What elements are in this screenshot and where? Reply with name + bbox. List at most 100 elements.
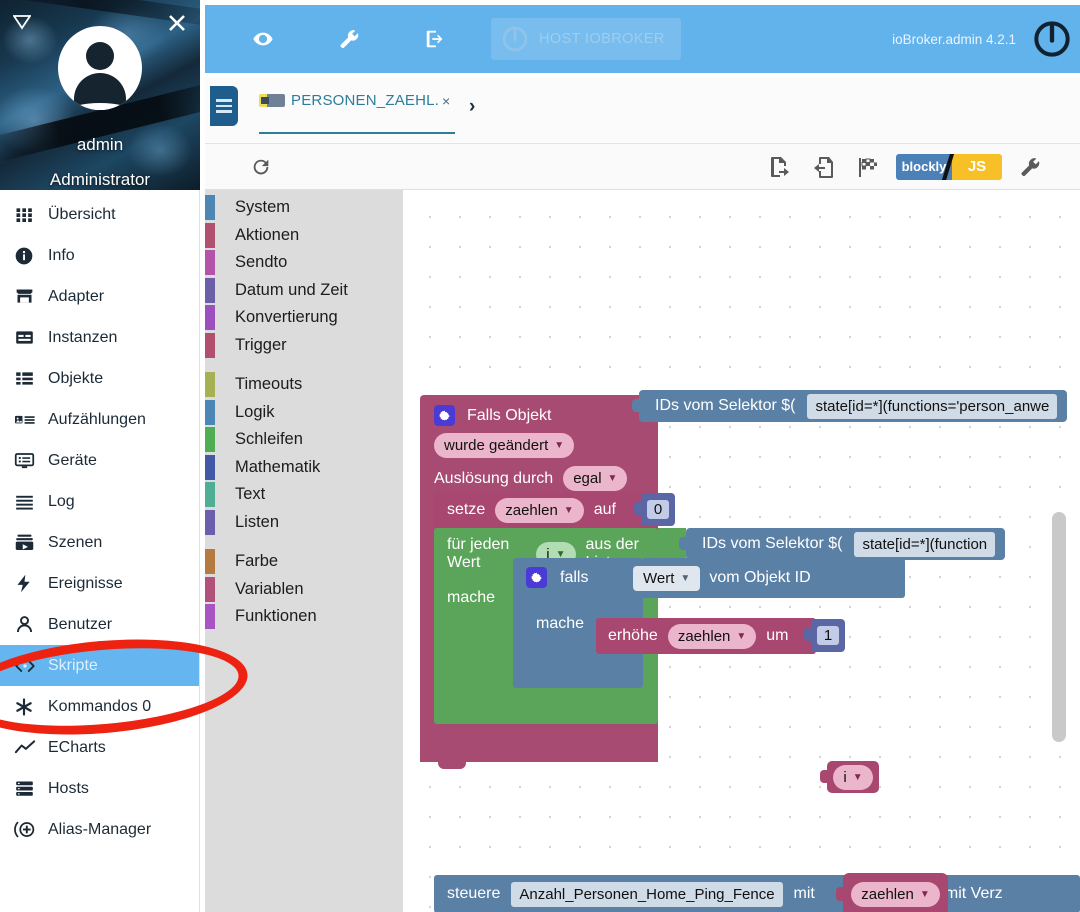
close-icon[interactable] [162,8,192,38]
toolbox-category-konvertierung[interactable]: Konvertierung [205,304,403,332]
enum-icon [14,410,48,430]
dropdown-trigger-source-label: egal [573,470,602,487]
block-trigger-notch [438,760,466,769]
wrench-icon[interactable] [325,15,373,63]
hamburger-menu-icon[interactable] [210,86,238,126]
sidebar-item-benutzer[interactable]: Benutzer [0,604,199,645]
eye-icon[interactable] [239,15,287,63]
sidebar-item-info[interactable]: Info [0,235,199,276]
dropdown-set-variable[interactable]: zaehlen ▼ [495,497,584,523]
dropdown-set-variable-label: zaehlen [505,501,558,519]
sidebar-item-adapter[interactable]: Adapter [0,276,199,317]
logout-icon[interactable] [411,15,459,63]
gear-icon[interactable] [526,567,547,588]
tab-close-icon[interactable]: × [442,93,450,109]
export-blocks-icon[interactable] [758,147,802,187]
reload-icon[interactable] [239,147,283,187]
field-control-target[interactable]: Anzahl_Personen_Home_Ping_Fence [511,881,783,907]
sidebar-item-kommandos-0[interactable]: Kommandos 0 [0,686,199,727]
sidebar-item-aufz-hlungen[interactable]: Aufzählungen [0,399,199,440]
field-selector-value-1[interactable]: state[id=*](functions='person_anwe [807,393,1058,419]
category-color-swatch [205,332,215,358]
category-label: Trigger [235,335,287,354]
sidebar-item-hosts[interactable]: Hosts [0,768,199,809]
block-variable-i[interactable]: i ▼ [820,761,879,793]
server-icon [14,778,48,799]
block-control-state[interactable]: steuere Anzahl_Personen_Home_Ping_Fence … [434,875,1080,912]
vertical-scrollbar[interactable] [1052,512,1066,742]
toggle-js-label: JS [952,153,1002,180]
toolbox-category-trigger[interactable]: Trigger [205,332,403,360]
sidebar-item-objekte[interactable]: Objekte [0,358,199,399]
dropdown-trigger-source[interactable]: egal ▼ [563,466,628,491]
dropdown-variable-i[interactable]: i ▼ [833,764,873,790]
person-icon [14,614,48,635]
import-blocks-icon[interactable] [802,147,846,187]
triangle-collapse-icon[interactable] [8,8,36,36]
category-label: Datum und Zeit [235,280,348,299]
chevron-down-icon: ▼ [607,473,618,484]
asterisk-icon [14,697,48,717]
toolbox-category-datum-und-zeit[interactable]: Datum und Zeit [205,277,403,305]
block-plug [836,887,845,901]
block-value-of-object-id[interactable]: Wert ▼ vom Objekt ID [625,563,819,593]
toolbox-category-text[interactable]: Text [205,481,403,509]
sidebar-item-echarts[interactable]: ECharts [0,727,199,768]
dropdown-trigger-mode[interactable]: wurde geändert ▼ [434,433,575,458]
field-number-zero[interactable]: 0 [646,500,670,519]
block-selector-ids-1[interactable]: IDs vom Selektor $( state[id=*](function… [632,390,1068,422]
toolbox-category-aktionen[interactable]: Aktionen [205,222,403,250]
sidebar-item-ereignisse[interactable]: Ereignisse [0,563,199,604]
drawer-header: admin Administrator [0,0,200,190]
bolt-icon [14,573,48,594]
blockly-js-toggle[interactable]: blockly JS [896,153,1002,180]
toolbox-category-farbe[interactable]: Farbe [205,548,403,576]
toolbox-category-variablen[interactable]: Variablen [205,576,403,604]
iobroker-logo-icon[interactable] [1030,17,1074,61]
field-number-one[interactable]: 1 [816,626,840,645]
toolbox-category-funktionen[interactable]: Funktionen [205,603,403,631]
toolbox-category-mathematik[interactable]: Mathematik [205,454,403,482]
block-control-value[interactable]: zaehlen ▼ [836,873,948,912]
alias-plus-icon [14,819,48,840]
sidebar-item-log[interactable]: Log [0,481,199,522]
sidebar-item-label: Benutzer [48,615,113,633]
block-set-variable[interactable]: setze zaehlen ▼ auf [434,492,658,528]
sidebar-item--bersicht[interactable]: Übersicht [0,194,199,235]
block-number-zero[interactable]: 0 [634,493,675,526]
dropdown-value-type[interactable]: Wert ▼ [633,565,701,591]
toolbox-category-system[interactable]: System [205,194,403,222]
iobroker-logo-icon [502,26,528,52]
block-control-with-label: mit [793,885,815,902]
wrench-icon[interactable] [1008,147,1052,187]
toolbox-category-timeouts[interactable]: Timeouts [205,371,403,399]
navigation-drawer: admin Administrator Übersicht Info Adapter… [0,0,252,912]
blockly-workspace[interactable]: Falls Objekt wurde geändert ▼ Auslösung … [403,190,1080,912]
block-number-one[interactable]: 1 [804,619,845,652]
tabs-next-chevron-icon[interactable]: › [469,96,475,118]
user-name: admin [76,135,124,154]
toolbox-category-schleifen[interactable]: Schleifen [205,426,403,454]
block-trigger-title: Falls Objekt [467,406,552,424]
tab-personen-zaehl[interactable]: PERSONEN_ZAEHL. × [259,88,455,134]
gear-icon[interactable] [434,405,455,426]
toolbox-category-listen[interactable]: Listen [205,509,403,537]
block-increment-variable[interactable]: erhöhe zaehlen ▼ um [596,618,816,654]
sidebar-item-skripte[interactable]: Skripte [0,645,199,686]
checkered-flag-icon[interactable] [846,147,890,187]
sidebar-item-alias-manager[interactable]: Alias-Manager [0,809,199,850]
sidebar-item-ger-te[interactable]: Geräte [0,440,199,481]
toolbox-category-sendto[interactable]: Sendto [205,249,403,277]
category-label: Text [235,485,266,504]
dropdown-control-value[interactable]: zaehlen ▼ [851,881,940,907]
sidebar-item-szenen[interactable]: Szenen [0,522,199,563]
block-selector-ids-2[interactable]: IDs vom Selektor $( state[id=*](function [679,528,1006,560]
sidebar-item-instanzen[interactable]: Instanzen [0,317,199,358]
toolbox-category-logik[interactable]: Logik [205,399,403,427]
field-selector-value-2[interactable]: state[id=*](function [854,531,996,557]
dropdown-increment-variable[interactable]: zaehlen ▼ [667,623,757,649]
category-color-swatch [205,305,215,331]
category-label: Funktionen [235,607,317,626]
host-button[interactable]: HOST IOBROKER [491,18,681,60]
block-plug [634,502,643,515]
